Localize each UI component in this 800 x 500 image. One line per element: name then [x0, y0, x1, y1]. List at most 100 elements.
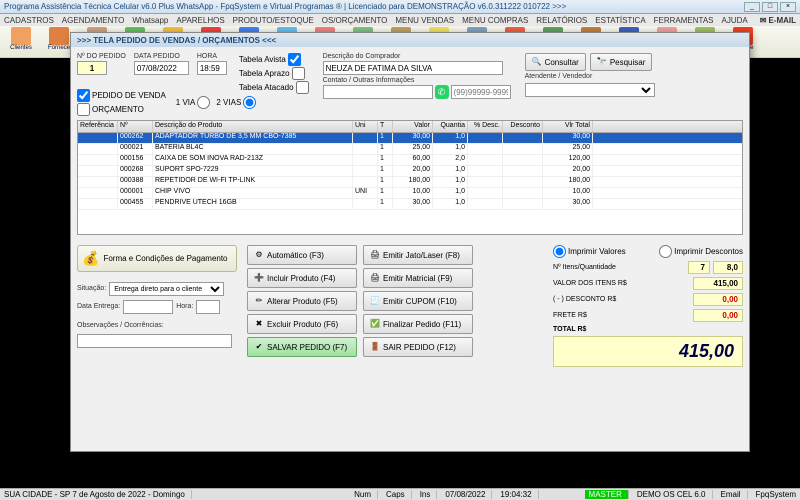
close-button[interactable]: × — [780, 2, 796, 12]
menu-aparelhos[interactable]: APARELHOS — [176, 16, 224, 25]
label-atendente: Atendente / Vendedor — [525, 73, 655, 80]
action-button[interactable]: ✅Finalizar Pedido (F11) — [363, 314, 473, 334]
table-row[interactable]: 000021BATERIA BL4C125,001,025,00 — [78, 144, 742, 155]
pedido-no-input[interactable] — [77, 61, 107, 75]
hora-entrega-label: Hora: — [176, 303, 193, 310]
grid-header-cell[interactable]: Referência — [78, 121, 118, 132]
phone-input[interactable] — [451, 85, 511, 99]
grid-header-cell[interactable]: Vlr Total — [543, 121, 593, 132]
table-row[interactable]: 000156CAIXA DE SOM INOVA RAD-213Z160,002… — [78, 155, 742, 166]
imprimir-valores-radio[interactable]: Imprimir Valores — [553, 245, 626, 258]
action-button[interactable]: ✔SALVAR PEDIDO (F7) — [247, 337, 357, 357]
grid-header-cell[interactable]: Uni — [353, 121, 378, 132]
atendente-select[interactable] — [525, 83, 655, 97]
label-data-pedido: DATA PEDIDO — [134, 53, 189, 60]
email-menu[interactable]: ✉ E-MAIL — [760, 16, 796, 25]
toolbar-label: Fornece — [48, 45, 70, 51]
action-button[interactable]: 🖨Emitir Matricial (F9) — [363, 268, 473, 288]
grid-header-cell[interactable]: Descrição do Produto — [153, 121, 353, 132]
menu-whatsapp[interactable]: Whatsapp — [132, 16, 168, 25]
status-master: MASTER — [585, 490, 629, 499]
menu-estatistica[interactable]: ESTATÍSTICA — [595, 16, 645, 25]
status-num: Num — [354, 490, 378, 499]
toolbar-icon — [11, 27, 31, 45]
menu-ajuda[interactable]: AJUDA — [722, 16, 748, 25]
action-icon: ➕ — [254, 273, 264, 283]
menu-ferramentas[interactable]: FERRAMENTAS — [654, 16, 714, 25]
tabela-avista-check[interactable]: Tabela Avista — [239, 53, 309, 66]
grid-header-cell[interactable]: Desconto — [503, 121, 543, 132]
consultar-button[interactable]: 🔍Consultar — [525, 53, 586, 71]
frete-label: FRETE R$ — [553, 312, 587, 319]
tabela-aprazo-check[interactable]: Tabela Aprazo — [239, 67, 309, 80]
vias2-radio[interactable]: 2 VIAS — [216, 96, 256, 109]
obs-label: Observações / Ocorrências: — [77, 322, 237, 329]
grid-header-cell[interactable]: % Desc. — [468, 121, 503, 132]
money-icon: 💰 — [82, 250, 99, 267]
whatsapp-icon[interactable]: ✆ — [435, 85, 449, 99]
menu-cadastros[interactable]: CADASTROS — [4, 16, 54, 25]
itens-count: 7 — [688, 261, 710, 274]
comprador-input[interactable] — [323, 61, 503, 75]
status-ins: Ins — [420, 490, 438, 499]
hora-entrega-input[interactable] — [196, 300, 220, 314]
grid-header-cell[interactable]: Nº — [118, 121, 153, 132]
status-fpq: FpqSystem — [756, 490, 796, 499]
status-demo: DEMO OS CEL 6.0 — [637, 490, 713, 499]
obs-input[interactable] — [77, 334, 232, 348]
action-button[interactable]: ✏Alterar Produto (F5) — [247, 291, 357, 311]
action-button[interactable]: 🧾Emitir CUPOM (F10) — [363, 291, 473, 311]
action-icon: ✏ — [254, 296, 264, 306]
action-button[interactable]: ⚙Automático (F3) — [247, 245, 357, 265]
hora-input[interactable] — [197, 61, 227, 75]
binoculars-icon: 🔭 — [597, 57, 607, 67]
action-icon: 🖨 — [370, 273, 380, 283]
itens-label: Nº Itens/Quantidade — [553, 264, 616, 271]
grid-header-cell[interactable]: Quantia — [433, 121, 468, 132]
window-title: Programa Assistência Técnica Celular v6.… — [4, 2, 566, 11]
minimize-button[interactable]: _ — [744, 2, 760, 12]
contato-input[interactable] — [323, 85, 433, 99]
pedido-venda-check[interactable]: PEDIDO DE VENDA — [77, 89, 166, 102]
imprimir-descontos-radio[interactable]: Imprimir Descontos — [659, 245, 743, 258]
situacao-select[interactable]: Entrega direto para o cliente — [109, 282, 224, 296]
menu-agendamento[interactable]: AGENDAMENTO — [62, 16, 125, 25]
table-row[interactable]: 000262ADAPTADOR TURBO DE 3,5 MM CBO-7385… — [78, 133, 742, 144]
products-grid[interactable]: ReferênciaNºDescrição do ProdutoUniTValo… — [77, 120, 743, 235]
frete-value: 0,00 — [693, 309, 743, 322]
itens-qty: 8,0 — [713, 261, 743, 274]
valor-itens: 415,00 — [693, 277, 743, 290]
table-row[interactable]: 000455PENDRIVE UTECH 16GB130,001,030,00 — [78, 199, 742, 210]
sales-order-modal: >>> TELA PEDIDO DE VENDAS / ORÇAMENTOS <… — [70, 32, 750, 452]
desconto-value: 0,00 — [693, 293, 743, 306]
forma-pagamento-button[interactable]: 💰 Forma e Condições de Pagamento — [77, 245, 237, 272]
orcamento-check[interactable]: ORÇAMENTO — [77, 103, 166, 116]
menu-os[interactable]: OS/ORÇAMENTO — [322, 16, 388, 25]
table-row[interactable]: 000001CHIP VIVOUNI110,001,010,00 — [78, 188, 742, 199]
menu-compras[interactable]: MENU COMPRAS — [462, 16, 528, 25]
grid-header-cell[interactable]: T — [378, 121, 393, 132]
data-entrega-input[interactable] — [123, 300, 173, 314]
menu-vendas[interactable]: MENU VENDAS — [395, 16, 454, 25]
table-row[interactable]: 000268SUPORT SPO-7229120,001,020,00 — [78, 166, 742, 177]
action-icon: ✔ — [254, 342, 264, 352]
action-button[interactable]: 🚪SAIR PEDIDO (F12) — [363, 337, 473, 357]
menu-produto[interactable]: PRODUTO/ESTOQUE — [233, 16, 314, 25]
pesquisar-button[interactable]: 🔭Pesquisar — [590, 53, 653, 71]
maximize-button[interactable]: □ — [762, 2, 778, 12]
grid-header-cell[interactable]: Valor — [393, 121, 433, 132]
action-button[interactable]: ➕Incluir Produto (F4) — [247, 268, 357, 288]
menubar: CADASTROS AGENDAMENTO Whatsapp APARELHOS… — [0, 14, 800, 26]
action-button[interactable]: ✖Excluir Produto (F6) — [247, 314, 357, 334]
status-location: SUA CIDADE - SP 7 de Agosto de 2022 - Do… — [4, 490, 192, 499]
table-row[interactable]: 000388REPETIDOR DE WI-FI TP-LINK1180,001… — [78, 177, 742, 188]
menu-relatorios[interactable]: RELATÓRIOS — [536, 16, 587, 25]
action-icon: 🖨 — [370, 250, 380, 260]
data-entrega-label: Data Entrega: — [77, 303, 120, 310]
statusbar: SUA CIDADE - SP 7 de Agosto de 2022 - Do… — [0, 488, 800, 500]
toolbar-btn-0[interactable]: Clientes — [4, 27, 38, 57]
action-icon: ✅ — [370, 319, 380, 329]
action-button[interactable]: 🖨Emitir Jato/Laser (F8) — [363, 245, 473, 265]
via1-radio[interactable]: 1 VIA — [176, 96, 211, 109]
data-pedido-input[interactable] — [134, 61, 189, 75]
